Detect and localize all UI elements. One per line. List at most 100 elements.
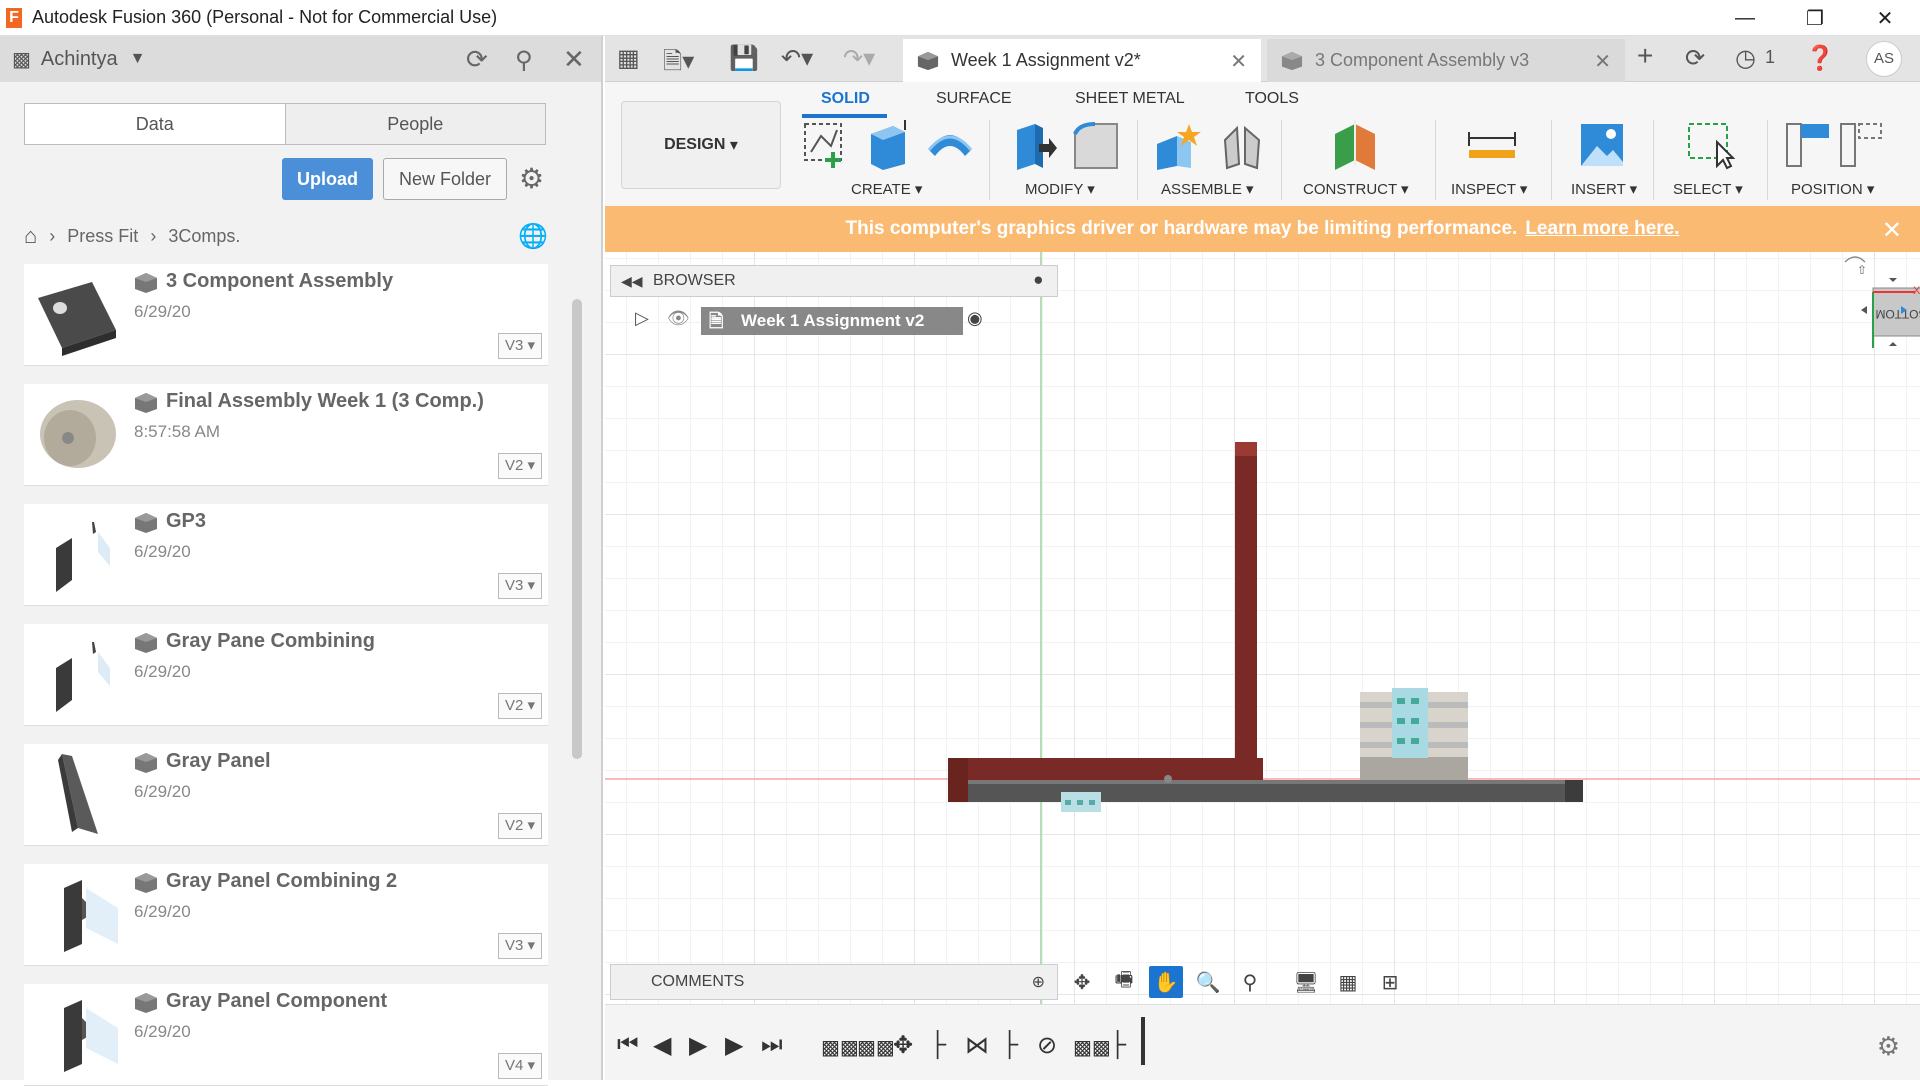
chevron-down-icon[interactable]: ▼ [130,50,146,68]
file-card[interactable]: Gray Panel 6/29/20 V2 ▾ [24,744,548,846]
workspace-switcher[interactable]: DESIGN ▾ [621,101,781,189]
minimize-button[interactable]: — [1710,0,1780,36]
timeline-settings-gear-icon[interactable]: ⚙ [1877,1031,1900,1062]
version-dropdown[interactable]: V3 ▾ [498,573,542,599]
fit-icon[interactable]: ⚲ [1233,966,1267,998]
offset-plane-icon[interactable] [1331,120,1381,170]
viewports-icon[interactable]: ⊞ [1373,966,1407,998]
capture-position-icon[interactable] [1783,120,1833,170]
search-icon[interactable]: ⚲ [515,46,533,75]
new-folder-button[interactable]: New Folder [383,158,507,200]
home-icon[interactable]: ⌂ [24,223,37,249]
close-panel-icon[interactable]: ✕ [563,44,585,75]
extrude-icon[interactable] [863,120,913,170]
zoom-icon[interactable]: 🔍 [1191,966,1225,998]
press-pull-icon[interactable] [1009,120,1059,170]
select-menu[interactable]: SELECT ▾ [1673,180,1743,198]
expand-arrow-icon[interactable]: ▷ [635,308,649,329]
redo-icon[interactable]: ↷▾ [843,44,875,73]
3d-viewport[interactable]: ◀◀ BROWSER ⚫ ▷ 👁 🗎 Week 1 Assignment v2 … [605,252,1920,1004]
close-banner-icon[interactable]: ✕ [1882,216,1902,245]
tab-tools[interactable]: TOOLS [1245,90,1299,108]
globe-icon[interactable]: 🌐 [518,222,548,251]
learn-more-link[interactable]: Learn more here. [1525,218,1679,240]
version-dropdown[interactable]: V2 ▾ [498,693,542,719]
new-component-icon[interactable] [1153,120,1203,170]
browser-root-node[interactable]: 🗎 Week 1 Assignment v2 [701,307,963,335]
undo-icon[interactable]: ↶▾ [781,44,813,73]
look-at-icon[interactable]: 🖷 [1107,966,1141,998]
tab-week-1-assignment[interactable]: Week 1 Assignment v2* ✕ [903,39,1261,82]
extensions-icon[interactable]: ⟳ [1685,44,1705,73]
timeline-feature-joint-icon[interactable]: ├ [1001,1031,1018,1059]
modify-menu[interactable]: MODIFY ▾ [1025,180,1095,198]
avatar[interactable]: AS [1866,41,1902,77]
collapse-browser-icon[interactable]: ◀◀ [621,273,643,290]
upload-button[interactable]: Upload [282,158,373,200]
assemble-menu[interactable]: ASSEMBLE ▾ [1161,180,1254,198]
tab-sheet-metal[interactable]: SHEET METAL [1075,90,1185,108]
file-card[interactable]: Gray Panel Combining 2 6/29/20 V3 ▾ [24,864,548,966]
add-comment-icon[interactable]: ⊕ [1032,972,1045,992]
version-dropdown[interactable]: V2 ▾ [498,813,542,839]
file-card[interactable]: Final Assembly Week 1 (3 Comp.) 8:57:58 … [24,384,548,486]
first-step-icon[interactable]: ⏮ [617,1031,639,1059]
previous-step-icon[interactable]: ◀ [653,1031,671,1060]
display-settings-icon[interactable]: 🖥 [1289,966,1323,998]
timeline-feature-component-icon[interactable]: ▩▩ [857,1035,895,1060]
viewcube[interactable]: ⇧ BOTTOM X [1805,252,1920,362]
new-tab-icon[interactable]: + [1637,40,1653,72]
position-menu[interactable]: POSITION ▾ [1791,180,1874,198]
file-menu-icon[interactable]: 🗎▾ [663,44,694,85]
job-status-icon[interactable]: ◷ [1735,44,1756,73]
next-step-icon[interactable]: ▶ [725,1031,743,1060]
team-selector[interactable]: Achintya [41,48,118,71]
activate-radio-icon[interactable]: ◉ [967,308,983,329]
timeline-feature-joint-icon[interactable]: ├ [1109,1031,1126,1059]
create-menu[interactable]: CREATE ▾ [851,180,922,198]
file-card[interactable]: GP3 6/29/20 V3 ▾ [24,504,548,606]
refresh-icon[interactable]: ⟳ [466,44,488,75]
visibility-eye-icon[interactable]: 👁 [667,308,690,329]
restore-button[interactable]: ❐ [1780,0,1850,36]
close-tab-icon[interactable]: ✕ [1594,49,1611,74]
insert-menu[interactable]: INSERT ▾ [1571,180,1637,198]
version-dropdown[interactable]: V3 ▾ [498,933,542,959]
grid-settings-icon[interactable]: ▦ [1331,966,1365,998]
last-step-icon[interactable]: ⏭ [761,1031,783,1059]
construct-menu[interactable]: CONSTRUCT ▾ [1303,180,1409,198]
breadcrumb-item[interactable]: Press Fit [67,226,138,247]
play-icon[interactable]: ▶ [689,1031,707,1060]
gear-icon[interactable]: ⚙ [519,162,544,195]
file-card[interactable]: Gray Panel Component 6/29/20 V4 ▾ [24,984,548,1086]
file-card[interactable]: Gray Pane Combining 6/29/20 V2 ▾ [24,624,548,726]
tab-solid[interactable]: SOLID [821,90,870,108]
help-icon[interactable]: ❓ [1805,44,1835,73]
tab-people[interactable]: People [286,104,546,144]
data-panel-scrollbar[interactable] [572,299,582,759]
tab-surface[interactable]: SURFACE [936,90,1012,108]
measure-icon[interactable] [1467,120,1517,170]
version-dropdown[interactable]: V2 ▾ [498,453,542,479]
save-icon[interactable]: 💾 [729,44,759,73]
close-tab-icon[interactable]: ✕ [1230,49,1247,74]
timeline-feature-rigid-icon[interactable]: ⋈ [965,1031,989,1060]
revolve-icon[interactable] [925,120,975,170]
minimize-browser-icon[interactable]: ⚫ [1032,271,1045,291]
close-window-button[interactable]: ✕ [1850,0,1920,36]
version-dropdown[interactable]: V4 ▾ [498,1053,542,1079]
inspect-menu[interactable]: INSPECT ▾ [1451,180,1527,198]
pan-icon[interactable]: ✋ [1149,966,1183,998]
browser-panel-header[interactable]: ◀◀ BROWSER ⚫ [610,265,1058,297]
select-icon[interactable] [1685,120,1735,170]
timeline-feature-component-icon[interactable]: ▩▩ [821,1035,859,1060]
tab-data[interactable]: Data [25,104,286,144]
timeline-feature-slider-icon[interactable]: ⊘ [1037,1031,1057,1060]
orbit-icon[interactable]: ✥ [1065,966,1099,998]
revert-position-icon[interactable] [1837,120,1887,170]
timeline-feature-joint-icon[interactable]: ├ [929,1031,946,1059]
joint-icon[interactable] [1217,120,1267,170]
file-card[interactable]: 3 Component Assembly 6/29/20 V3 ▾ [24,264,548,366]
breadcrumb-item[interactable]: 3Comps. [168,226,240,247]
tab-3-component-assembly[interactable]: 3 Component Assembly v3 ✕ [1267,39,1625,82]
